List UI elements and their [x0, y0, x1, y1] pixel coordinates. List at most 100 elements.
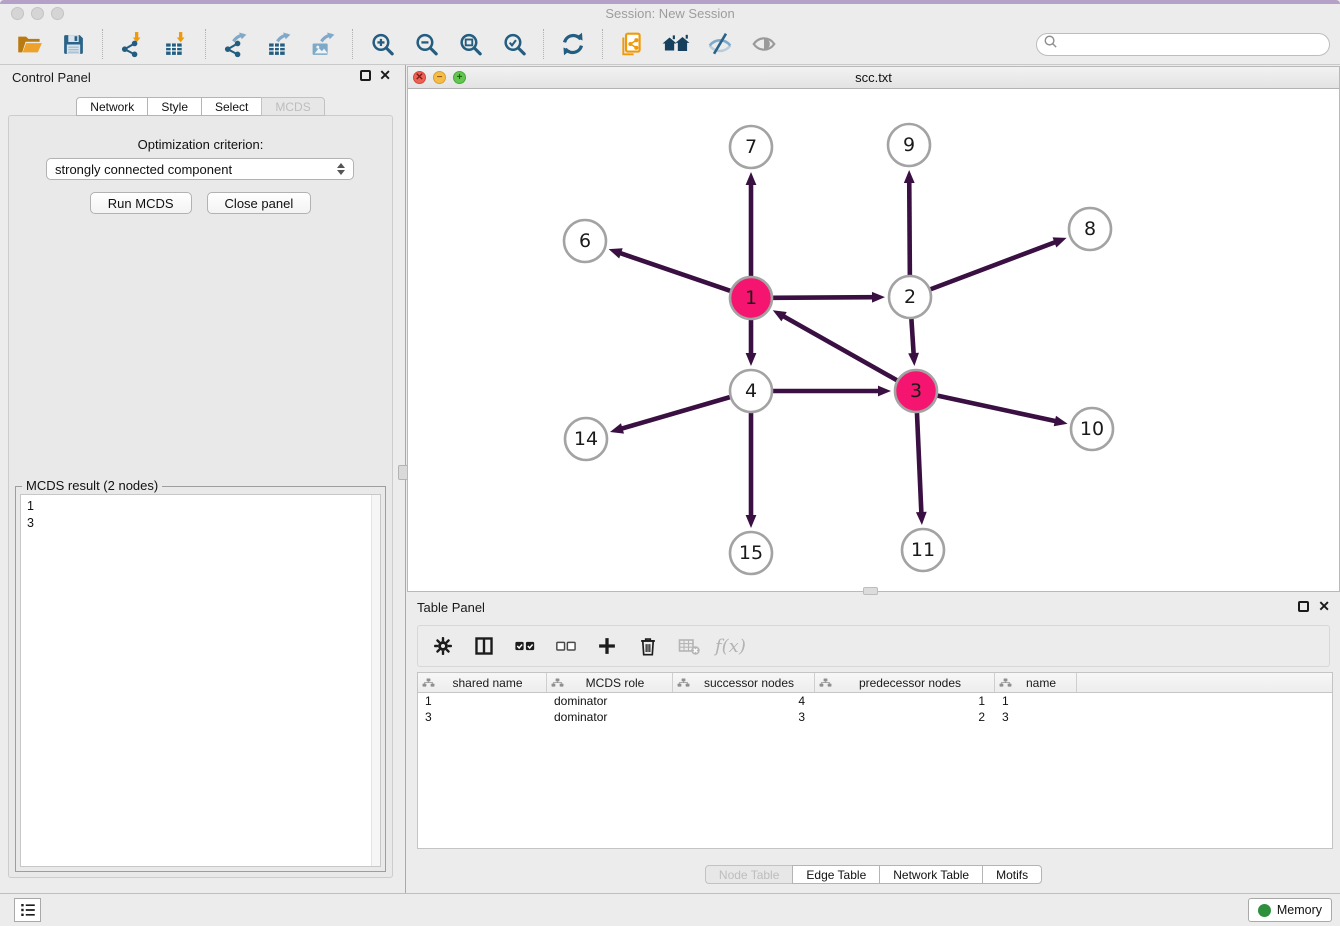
- table-cell[interactable]: 2: [815, 709, 995, 725]
- graph-node-1[interactable]: 1: [730, 277, 772, 319]
- table-options-button[interactable]: [430, 633, 456, 659]
- graph-node-9[interactable]: 9: [888, 124, 930, 166]
- app-titlebar[interactable]: Session: New Session: [0, 4, 1340, 24]
- select-all-button[interactable]: [512, 633, 538, 659]
- table-cell[interactable]: 3: [418, 709, 547, 725]
- deselect-all-button[interactable]: [553, 633, 579, 659]
- import-network-button[interactable]: [117, 29, 147, 59]
- task-history-button[interactable]: [14, 898, 41, 922]
- network-canvas[interactable]: 1 2 3 4 6 7 8 9 10 11 14 15: [408, 89, 1339, 591]
- graph-node-11[interactable]: 11: [902, 529, 944, 571]
- table-panel-close-icon[interactable]: ✕: [1318, 601, 1330, 612]
- hierarchy-icon: [677, 678, 690, 687]
- table-tab-edge-table[interactable]: Edge Table: [792, 865, 880, 884]
- graph-node-7[interactable]: 7: [730, 126, 772, 168]
- graph-node-14[interactable]: 14: [565, 418, 607, 460]
- table-header-row: shared nameMCDS rolesuccessor nodesprede…: [418, 673, 1332, 693]
- result-scrollbar[interactable]: [371, 495, 380, 866]
- show-all-button[interactable]: [749, 29, 779, 59]
- graph-edge-4-3[interactable]: [773, 386, 891, 397]
- table-cell[interactable]: 1: [995, 693, 1077, 709]
- run-mcds-button[interactable]: Run MCDS: [90, 192, 192, 214]
- graph-node-10[interactable]: 10: [1071, 408, 1113, 450]
- graph-edge-1-2[interactable]: [773, 292, 885, 303]
- table-cell[interactable]: 4: [673, 693, 815, 709]
- graph-edge-3-1[interactable]: [773, 310, 897, 380]
- table-row[interactable]: 1dominator411: [418, 693, 1332, 709]
- memory-status-icon: [1258, 904, 1271, 917]
- open-session-button[interactable]: [14, 29, 44, 59]
- check-pair-icon: [514, 635, 536, 657]
- graph-edge-4-15[interactable]: [746, 413, 757, 528]
- zoom-fit-button[interactable]: [455, 29, 485, 59]
- tab-network[interactable]: Network: [76, 97, 148, 116]
- control-panel-float-icon[interactable]: [360, 70, 371, 81]
- apply-layout-button[interactable]: [558, 29, 588, 59]
- save-session-button[interactable]: [58, 29, 88, 59]
- table-tab-node-table[interactable]: Node Table: [705, 865, 794, 884]
- control-panel: Control Panel ✕ NetworkStyleSelectMCDS O…: [8, 66, 393, 878]
- plus-icon: [596, 635, 618, 657]
- tab-mcds[interactable]: MCDS: [261, 97, 324, 116]
- graph-edge-1-6[interactable]: [609, 248, 731, 291]
- control-panel-close-icon[interactable]: ✕: [379, 70, 391, 81]
- table-cell[interactable]: 3: [995, 709, 1077, 725]
- column-header-successor-nodes[interactable]: successor nodes: [673, 673, 815, 692]
- close-panel-button[interactable]: Close panel: [207, 192, 312, 214]
- search-box[interactable]: [1036, 33, 1330, 56]
- search-input[interactable]: [1058, 37, 1329, 51]
- toggle-columns-button[interactable]: [471, 633, 497, 659]
- table-cell[interactable]: 1: [418, 693, 547, 709]
- table-tab-network-table[interactable]: Network Table: [879, 865, 983, 884]
- column-header-mcds-role[interactable]: MCDS role: [547, 673, 673, 692]
- column-header-shared-name[interactable]: shared name: [418, 673, 547, 692]
- graph-edge-2-8[interactable]: [931, 237, 1067, 289]
- add-column-button[interactable]: [594, 633, 620, 659]
- graph-edge-3-10[interactable]: [938, 396, 1068, 427]
- first-neighbors-button[interactable]: [661, 29, 691, 59]
- zoom-in-button[interactable]: [367, 29, 397, 59]
- graph-edge-2-3[interactable]: [908, 319, 919, 366]
- graph-edge-2-9[interactable]: [904, 170, 915, 275]
- table-cell[interactable]: dominator: [547, 709, 673, 725]
- graph-edge-3-11[interactable]: [916, 413, 927, 525]
- graph-node-8[interactable]: 8: [1069, 208, 1111, 250]
- table-tab-motifs[interactable]: Motifs: [982, 865, 1042, 884]
- column-header-predecessor-nodes[interactable]: predecessor nodes: [815, 673, 995, 692]
- graph-edge-1-4[interactable]: [746, 320, 757, 366]
- select-stepper-icon: [337, 163, 345, 175]
- table-cell[interactable]: 1: [815, 693, 995, 709]
- network-from-selection-button[interactable]: [617, 29, 647, 59]
- network-window-titlebar[interactable]: ✕ − + scc.txt: [408, 67, 1339, 89]
- export-network-icon: [222, 31, 249, 58]
- import-table-button[interactable]: [161, 29, 191, 59]
- mcds-result-text[interactable]: 1 3: [20, 494, 381, 867]
- tab-select[interactable]: Select: [201, 97, 262, 116]
- table-cell[interactable]: dominator: [547, 693, 673, 709]
- graph-node-15[interactable]: 15: [730, 532, 772, 574]
- zoom-out-icon: [414, 32, 439, 57]
- graph-node-6[interactable]: 6: [564, 220, 606, 262]
- tab-style[interactable]: Style: [147, 97, 202, 116]
- graph-node-2[interactable]: 2: [889, 276, 931, 318]
- zoom-out-button[interactable]: [411, 29, 441, 59]
- criterion-select[interactable]: strongly connected component: [46, 158, 354, 180]
- memory-button[interactable]: Memory: [1248, 898, 1332, 922]
- table-cell[interactable]: 3: [673, 709, 815, 725]
- export-table-button[interactable]: [264, 29, 294, 59]
- column-header-name[interactable]: name: [995, 673, 1077, 692]
- zoom-selected-button[interactable]: [499, 29, 529, 59]
- delete-column-button[interactable]: [635, 633, 661, 659]
- table-row[interactable]: 3dominator323: [418, 709, 1332, 725]
- zoom-fit-icon: [458, 32, 483, 57]
- graph-node-3[interactable]: 3: [895, 370, 937, 412]
- horizontal-splitter-grip[interactable]: [863, 587, 878, 595]
- graph-edge-4-14[interactable]: [610, 397, 730, 433]
- export-image-button[interactable]: [308, 29, 338, 59]
- hide-selected-button[interactable]: [705, 29, 735, 59]
- graph-edge-1-7[interactable]: [746, 172, 757, 276]
- graph-node-4[interactable]: 4: [730, 370, 772, 412]
- table-panel-float-icon[interactable]: [1298, 601, 1309, 612]
- delete-table-button: [676, 633, 702, 659]
- export-network-button[interactable]: [220, 29, 250, 59]
